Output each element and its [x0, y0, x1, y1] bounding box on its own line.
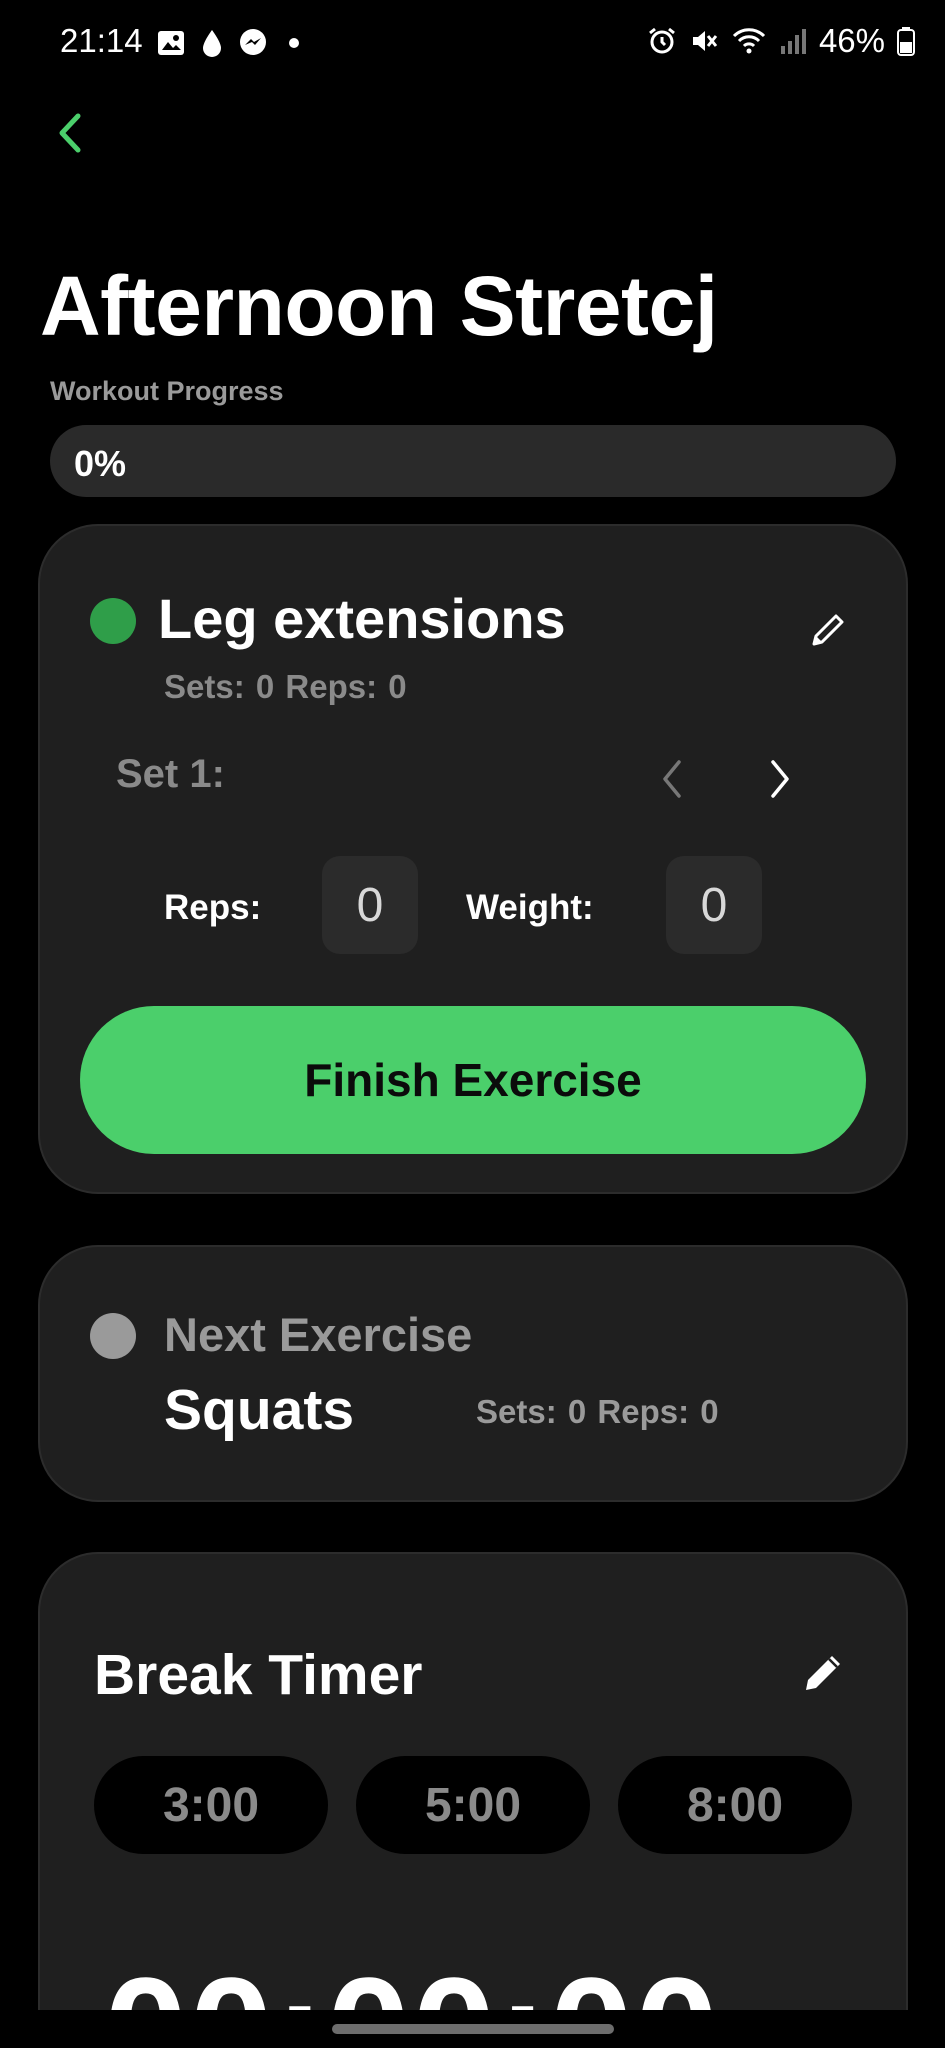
dot-icon	[282, 31, 306, 55]
pencil-icon	[806, 1656, 840, 1690]
pencil-icon	[812, 614, 844, 646]
gallery-icon	[156, 29, 186, 57]
messenger-icon	[238, 28, 268, 58]
status-bar: 21:14 46%	[0, 0, 945, 84]
back-button[interactable]	[48, 108, 92, 158]
battery-icon	[897, 26, 915, 56]
drop-icon	[200, 28, 224, 58]
wifi-icon	[731, 26, 767, 56]
battery-percent: 46%	[818, 22, 885, 59]
signal-icon	[779, 26, 807, 56]
previous-set-button[interactable]	[652, 756, 692, 802]
system-icons: 46%	[647, 22, 915, 60]
exercise-name: Leg extensions	[158, 587, 566, 650]
exercise-meta: Sets: 0 Reps: 0	[164, 668, 407, 705]
edit-exercise-button[interactable]	[808, 610, 848, 650]
status-time: 21:14	[60, 22, 143, 59]
chevron-right-icon	[771, 760, 789, 798]
workout-progress-bar: 0%	[50, 425, 896, 497]
next-exercise-heading: Next Exercise	[164, 1308, 473, 1361]
weight-input[interactable]: 0	[666, 856, 762, 954]
notification-icons	[156, 28, 306, 58]
chevron-left-icon	[663, 760, 681, 798]
active-status-dot	[90, 598, 136, 644]
alarm-icon	[647, 26, 677, 56]
progress-label: Workout Progress	[50, 376, 284, 406]
chevron-left-icon	[59, 113, 81, 153]
break-timer-card: Break Timer 3:00 5:00 8:00 00:00:00	[38, 1552, 908, 2048]
weight-label: Weight:	[466, 888, 594, 927]
break-timer-title: Break Timer	[94, 1643, 423, 1707]
next-exercise-name: Squats	[164, 1378, 355, 1442]
finish-exercise-button[interactable]: Finish Exercise	[80, 1006, 866, 1154]
progress-percent: 0%	[74, 443, 127, 484]
next-exercise-meta: Sets: 0 Reps: 0	[476, 1393, 719, 1430]
set-label: Set 1:	[116, 752, 225, 796]
edit-timer-button[interactable]	[800, 1648, 848, 1696]
timer-preset-button[interactable]: 3:00	[94, 1756, 328, 1854]
mute-icon	[689, 26, 719, 56]
timer-preset-button[interactable]: 8:00	[618, 1756, 852, 1854]
workout-title: Afternoon Stretcj	[40, 259, 718, 353]
home-indicator[interactable]	[332, 2024, 614, 2034]
current-exercise-card: Leg extensions Sets: 0 Reps: 0 Set 1: Re…	[38, 524, 908, 1194]
reps-input[interactable]: 0	[322, 856, 418, 954]
reps-label: Reps:	[164, 888, 262, 927]
next-exercise-card[interactable]: Next Exercise Squats Sets: 0 Reps: 0	[38, 1245, 908, 1502]
inactive-status-dot	[90, 1313, 136, 1359]
timer-preset-button[interactable]: 5:00	[356, 1756, 590, 1854]
next-set-button[interactable]	[760, 756, 800, 802]
